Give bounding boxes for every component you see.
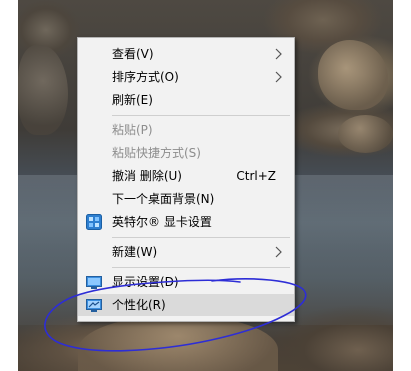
display-settings-icon — [86, 276, 102, 289]
rock — [18, 45, 68, 135]
chevron-right-icon — [275, 246, 282, 258]
menu-item-sort-by[interactable]: 排序方式(O) — [78, 66, 294, 88]
menu-item-new[interactable]: 新建(W) — [78, 241, 294, 263]
menu-item-label: 查看(V) — [112, 47, 154, 61]
menu-item-next-desktop-background[interactable]: 下一个桌面背景(N) — [78, 188, 294, 210]
menu-item-label: 显示设置(D) — [112, 275, 179, 289]
menu-item-label: 个性化(R) — [112, 298, 166, 312]
menu-item-refresh[interactable]: 刷新(E) — [78, 89, 294, 111]
personalize-icon — [86, 299, 102, 312]
menu-item-label: 排序方式(O) — [112, 70, 179, 84]
menu-item-paste-shortcut: 粘贴快捷方式(S) — [78, 142, 294, 164]
menu-item-undo-delete[interactable]: 撤消 删除(U) Ctrl+Z — [78, 165, 294, 187]
menu-item-label: 粘贴(P) — [112, 123, 153, 137]
rock — [318, 40, 388, 110]
menu-item-label: 刷新(E) — [112, 93, 153, 107]
menu-item-label: 新建(W) — [112, 245, 158, 259]
desktop-context-menu: 查看(V) 排序方式(O) 刷新(E) 粘贴(P) 粘贴快捷方式(S) 撤消 删… — [77, 37, 295, 322]
menu-item-paste: 粘贴(P) — [78, 119, 294, 141]
menu-item-label: 撤消 删除(U) — [112, 169, 182, 183]
chevron-right-icon — [275, 48, 282, 60]
menu-item-label: 粘贴快捷方式(S) — [112, 146, 201, 160]
menu-separator — [112, 115, 290, 116]
menu-separator — [112, 267, 290, 268]
menu-item-label: 英特尔® 显卡设置 — [112, 215, 212, 229]
menu-item-intel-graphics-settings[interactable]: 英特尔® 显卡设置 — [78, 211, 294, 233]
menu-item-view[interactable]: 查看(V) — [78, 43, 294, 65]
chevron-right-icon — [275, 71, 282, 83]
intel-graphics-icon — [86, 214, 102, 230]
menu-separator — [112, 237, 290, 238]
menu-item-label: 下一个桌面背景(N) — [112, 192, 215, 206]
menu-item-display-settings[interactable]: 显示设置(D) — [78, 271, 294, 293]
rock — [338, 115, 393, 153]
menu-item-personalize[interactable]: 个性化(R) — [78, 294, 294, 316]
menu-item-shortcut: Ctrl+Z — [236, 169, 276, 183]
